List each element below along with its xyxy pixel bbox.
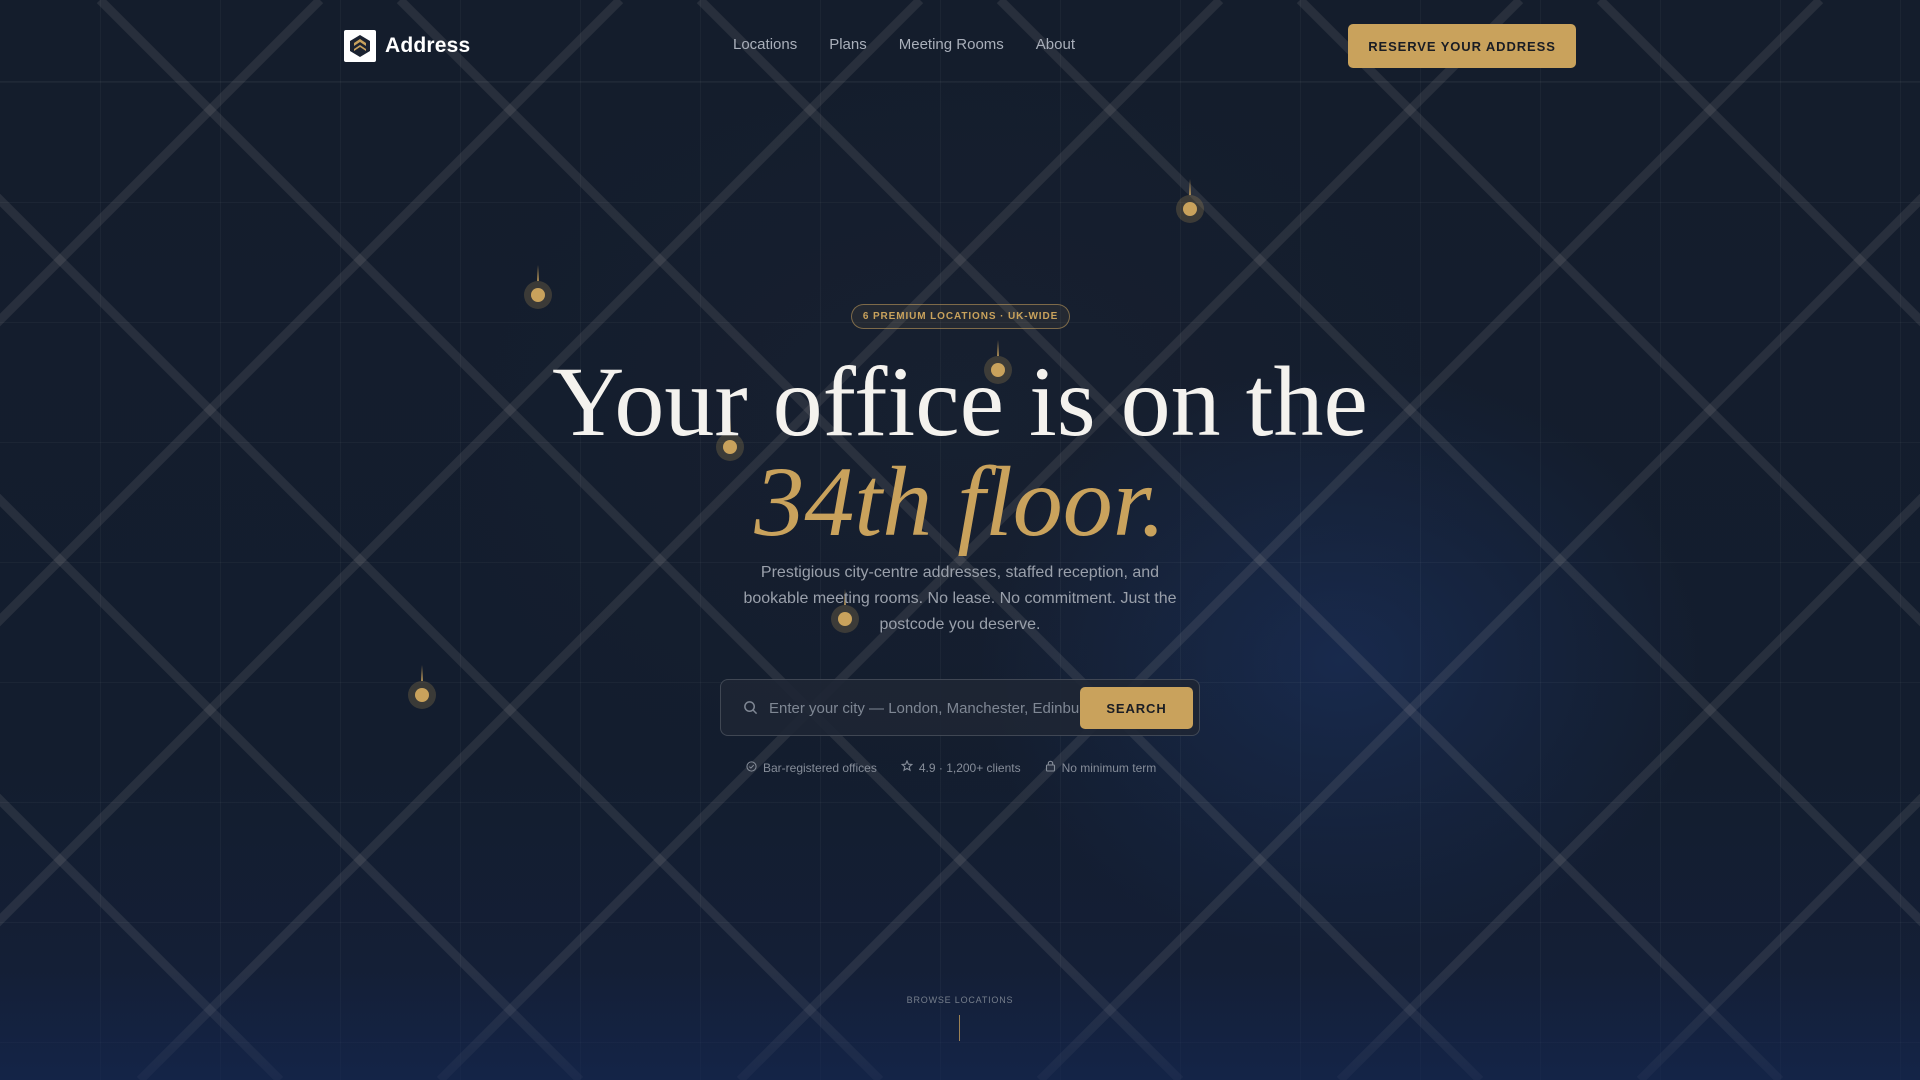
hero-headline-accent: 34th floor.: [754, 446, 1166, 557]
city-search-input[interactable]: [769, 690, 1119, 726]
nav-link-meeting-rooms[interactable]: Meeting Rooms: [899, 36, 1004, 53]
browse-locations-link[interactable]: BROWSE LOCATIONS: [0, 995, 1920, 1005]
trust-item: Bar-registered offices: [746, 760, 877, 775]
nav-link-locations[interactable]: Locations: [733, 36, 797, 53]
star-icon: [900, 759, 913, 775]
nav-link-about[interactable]: About: [1036, 36, 1075, 53]
nav-link-plans[interactable]: Plans: [829, 36, 867, 53]
nav-links: Locations Plans Meeting Rooms About: [733, 36, 1075, 53]
map-pin-icon: [408, 665, 436, 709]
map-pin-icon: [524, 265, 552, 309]
check-circle-icon: [746, 760, 757, 775]
trust-indicators: Bar-registered offices 4.9 · 1,200+ clie…: [746, 759, 1157, 775]
city-search-bar: SEARCH: [720, 679, 1200, 736]
trust-label: Bar-registered offices: [763, 760, 877, 775]
brand-name: Address: [385, 34, 471, 57]
search-icon: [743, 700, 758, 720]
search-button[interactable]: SEARCH: [1080, 687, 1193, 729]
trust-item: No minimum term: [1045, 760, 1157, 775]
trust-label: No minimum term: [1061, 760, 1157, 775]
bottom-glow: [0, 970, 1920, 1080]
reserve-address-button[interactable]: RESERVE YOUR ADDRESS: [1348, 24, 1576, 68]
hero-headline: Your office is on the: [552, 346, 1368, 457]
map-pin-icon: [1176, 179, 1204, 223]
brand-logo-icon: [344, 30, 376, 62]
locations-badge: 6 PREMIUM LOCATIONS · UK-WIDE: [851, 304, 1070, 329]
trust-label: 4.9 · 1,200+ clients: [918, 760, 1021, 775]
scroll-indicator-line: [959, 1015, 960, 1041]
top-nav: Address Locations Plans Meeting Rooms Ab…: [0, 0, 1920, 82]
trust-item: 4.9 · 1,200+ clients: [900, 759, 1021, 775]
lock-icon: [1045, 760, 1056, 775]
brand-logo-link[interactable]: Address: [344, 30, 470, 62]
hero-subtext: Prestigious city-centre addresses, staff…: [743, 564, 1177, 633]
